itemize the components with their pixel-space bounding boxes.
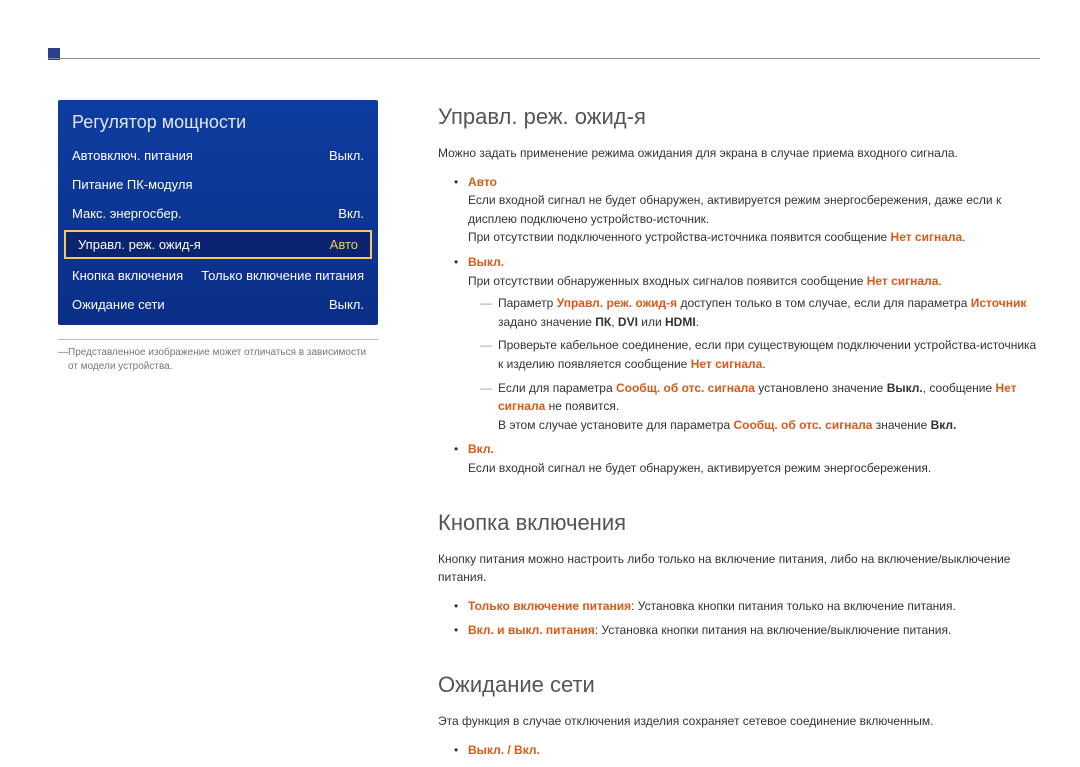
menu-label: Макс. энергосбер. bbox=[72, 206, 182, 221]
menu-title: Регулятор мощности bbox=[58, 100, 378, 141]
content: Управл. реж. ожид-я Можно задать примене… bbox=[438, 100, 1040, 767]
list-item: Вкл. Если входной сигнал не будет обнару… bbox=[438, 440, 1040, 477]
menu-label: Автовключ. питания bbox=[72, 148, 193, 163]
menu-row-power-button[interactable]: Кнопка включения Только включение питани… bbox=[58, 261, 378, 290]
note-item: Параметр Управл. реж. ожид-я доступен то… bbox=[468, 294, 1040, 331]
paragraph: Если входной сигнал не будет обнаружен, … bbox=[468, 191, 1040, 228]
menu-label: Кнопка включения bbox=[72, 268, 183, 283]
menu-value: Только включение питания bbox=[201, 268, 364, 283]
heading-power-button: Кнопка включения bbox=[438, 506, 1040, 540]
paragraph: При отсутствии обнаруженных входных сигн… bbox=[468, 272, 1040, 291]
paragraph: Если входной сигнал не будет обнаружен, … bbox=[468, 459, 1040, 478]
menu-row-network-standby[interactable]: Ожидание сети Выкл. bbox=[58, 290, 378, 319]
list-item: Авто Если входной сигнал не будет обнару… bbox=[438, 173, 1040, 247]
option-auto: Авто bbox=[468, 175, 497, 189]
menu-label: Ожидание сети bbox=[72, 297, 165, 312]
option-on: Вкл. bbox=[468, 442, 494, 456]
note-item: Проверьте кабельное соединение, если при… bbox=[468, 336, 1040, 373]
paragraph: Эта функция в случае отключения изделия … bbox=[438, 712, 1040, 731]
menu-value: Выкл. bbox=[329, 148, 364, 163]
osd-menu: Регулятор мощности Автовключ. питания Вы… bbox=[58, 100, 378, 325]
option-off: Выкл. bbox=[468, 255, 504, 269]
menu-row-pc-module[interactable]: Питание ПК-модуля bbox=[58, 170, 378, 199]
paragraph: Можно задать применение режима ожидания … bbox=[438, 144, 1040, 163]
menu-value: Вкл. bbox=[338, 206, 364, 221]
heading-standby: Управл. реж. ожид-я bbox=[438, 100, 1040, 134]
menu-row-auto-power[interactable]: Автовключ. питания Выкл. bbox=[58, 141, 378, 170]
list-item: Выкл. При отсутствии обнаруженных входны… bbox=[438, 253, 1040, 434]
list-item: Только включение питания: Установка кноп… bbox=[438, 597, 1040, 616]
menu-caption: Представленное изображение может отличат… bbox=[58, 339, 378, 374]
menu-value: Выкл. bbox=[329, 297, 364, 312]
menu-label: Управл. реж. ожид-я bbox=[78, 237, 201, 252]
menu-label: Питание ПК-модуля bbox=[72, 177, 192, 192]
menu-value: Авто bbox=[330, 237, 358, 252]
menu-row-standby-control[interactable]: Управл. реж. ожид-я Авто bbox=[64, 230, 372, 259]
paragraph: Кнопку питания можно настроить либо толь… bbox=[438, 550, 1040, 587]
list-item: Выкл. / Вкл. bbox=[438, 741, 1040, 760]
menu-row-max-energy[interactable]: Макс. энергосбер. Вкл. bbox=[58, 199, 378, 228]
heading-network-standby: Ожидание сети bbox=[438, 668, 1040, 702]
note-item: Если для параметра Сообщ. об отс. сигнал… bbox=[468, 379, 1040, 435]
paragraph: При отсутствии подключенного устройства-… bbox=[468, 228, 1040, 247]
list-item: Вкл. и выкл. питания: Установка кнопки п… bbox=[438, 621, 1040, 640]
